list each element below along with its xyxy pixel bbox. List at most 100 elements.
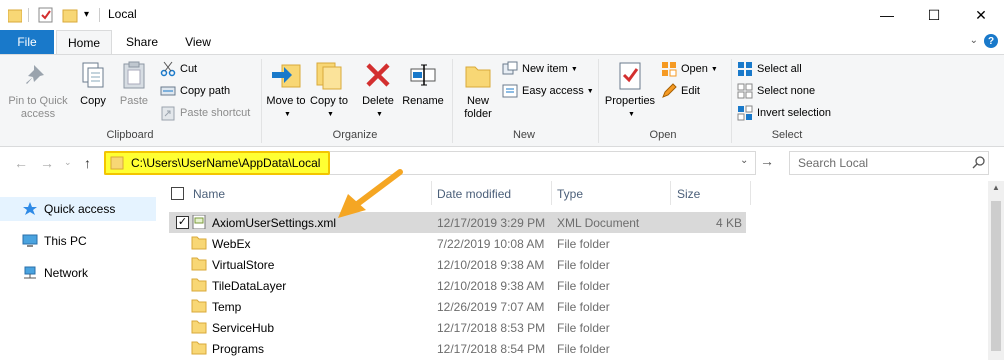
file-row[interactable]: ✓ AxiomUserSettings.xml 12/17/2019 3:29 … bbox=[169, 212, 746, 233]
new-folder-button[interactable]: New folder bbox=[456, 59, 500, 121]
open-button[interactable]: Open ▼ bbox=[661, 59, 718, 79]
invert-selection-button[interactable]: Invert selection bbox=[737, 103, 831, 123]
copy-button[interactable]: Copy bbox=[74, 59, 112, 108]
file-size: 4 KB bbox=[715, 216, 742, 230]
file-row[interactable]: ServiceHub 12/17/2018 8:53 PM File folde… bbox=[169, 317, 746, 338]
column-header-date-modified[interactable]: Date modified bbox=[437, 184, 511, 204]
pin-icon bbox=[26, 65, 44, 84]
xml-file-icon bbox=[192, 215, 206, 229]
easy-access-button[interactable]: Easy access ▼ bbox=[502, 81, 594, 101]
folder-icon bbox=[110, 156, 124, 170]
address-path[interactable]: C:\Users\UserName\AppData\Local bbox=[131, 156, 320, 170]
column-divider[interactable] bbox=[551, 181, 552, 205]
delete-button[interactable]: Delete ▼ bbox=[358, 59, 398, 121]
file-name: VirtualStore bbox=[212, 258, 275, 272]
column-header-name[interactable]: Name bbox=[193, 184, 225, 204]
navigation-pane: Quick access This PC Network bbox=[0, 181, 160, 360]
row-checkbox[interactable]: ✓ bbox=[176, 216, 189, 229]
move-to-button[interactable]: Move to ▼ bbox=[266, 59, 306, 121]
paste-shortcut-button[interactable]: Paste shortcut bbox=[160, 103, 250, 123]
select-none-button[interactable]: Select none bbox=[737, 81, 815, 101]
clipboard-group-label: Clipboard bbox=[106, 129, 154, 141]
search-placeholder: Search Local bbox=[798, 156, 869, 170]
file-row[interactable]: Temp 12/26/2019 7:07 AM File folder bbox=[169, 296, 746, 317]
new-item-button[interactable]: New item ▼ bbox=[502, 59, 578, 79]
file-type: File folder bbox=[557, 321, 610, 335]
properties-icon bbox=[619, 62, 641, 90]
star-icon bbox=[23, 202, 37, 215]
group-divider bbox=[452, 59, 453, 143]
forward-arrow-icon[interactable]: → bbox=[40, 155, 54, 171]
file-row[interactable]: VirtualStore 12/10/2018 9:38 AM File fol… bbox=[169, 254, 746, 275]
properties-icon[interactable] bbox=[38, 6, 54, 24]
group-divider bbox=[598, 59, 599, 143]
new-item-label: New item bbox=[522, 63, 568, 75]
up-arrow-icon[interactable]: ↑ bbox=[84, 155, 91, 171]
scroll-up-arrow-icon[interactable]: ▲ bbox=[992, 183, 1000, 192]
help-icon[interactable]: ? bbox=[984, 34, 998, 48]
file-row[interactable]: Programs 12/17/2018 8:54 PM File folder bbox=[169, 338, 746, 359]
nav-label: Network bbox=[44, 266, 89, 280]
nav-label: Quick access bbox=[44, 202, 116, 216]
scissors-icon bbox=[160, 61, 176, 77]
customize-quick-access-dropdown[interactable]: ▾ bbox=[84, 9, 89, 20]
cut-button[interactable]: Cut bbox=[160, 59, 197, 79]
dropdown-arrow-icon: ▼ bbox=[710, 65, 718, 73]
back-arrow-icon[interactable]: ← bbox=[14, 155, 28, 171]
nav-item-network[interactable]: Network bbox=[0, 261, 156, 285]
column-header-size[interactable]: Size bbox=[677, 184, 700, 204]
select-all-icon bbox=[738, 62, 752, 76]
column-divider[interactable] bbox=[670, 181, 671, 205]
file-name: AxiomUserSettings.xml bbox=[212, 216, 337, 230]
copy-to-label: Copy to bbox=[310, 95, 348, 107]
folder-icon bbox=[191, 278, 207, 292]
column-header-type[interactable]: Type bbox=[557, 184, 583, 204]
folder-icon[interactable] bbox=[8, 6, 22, 24]
recent-locations-chevron-icon[interactable]: ⌄ bbox=[64, 157, 72, 168]
select-all-checkbox[interactable] bbox=[171, 187, 184, 200]
select-all-button[interactable]: Select all bbox=[737, 59, 802, 79]
edit-button[interactable]: Edit bbox=[661, 81, 700, 101]
file-row[interactable]: TileDataLayer 12/10/2018 9:38 AM File fo… bbox=[169, 275, 746, 296]
search-icon[interactable] bbox=[972, 155, 986, 169]
select-all-label: Select all bbox=[757, 63, 802, 75]
copy-to-button[interactable]: Copy to ▼ bbox=[310, 59, 348, 121]
open-icon bbox=[662, 62, 677, 77]
delete-label: Delete bbox=[362, 95, 394, 107]
minimize-button[interactable]: — bbox=[864, 0, 910, 30]
column-divider[interactable] bbox=[750, 181, 751, 205]
copy-path-button[interactable]: Copy path bbox=[160, 81, 230, 101]
nav-item-this-pc[interactable]: This PC bbox=[0, 229, 156, 253]
dropdown-arrow-icon: ▼ bbox=[284, 111, 291, 118]
column-divider[interactable] bbox=[431, 181, 432, 205]
select-none-label: Select none bbox=[757, 85, 816, 97]
nav-item-quick-access[interactable]: Quick access bbox=[0, 197, 156, 221]
tab-file[interactable]: File bbox=[0, 30, 54, 54]
vertical-scrollbar[interactable]: ▲ bbox=[988, 181, 1004, 360]
divider bbox=[99, 8, 100, 22]
tab-view[interactable]: View bbox=[172, 30, 224, 54]
properties-button[interactable]: Properties ▼ bbox=[602, 59, 658, 121]
rename-button[interactable]: Rename bbox=[401, 59, 445, 108]
paste-label: Paste bbox=[119, 95, 149, 107]
open-label: Open bbox=[681, 63, 708, 75]
pin-to-quick-access-button[interactable]: Pin to Quick access bbox=[4, 59, 72, 121]
file-row[interactable]: WebEx 7/22/2019 10:08 AM File folder bbox=[169, 233, 746, 254]
expand-ribbon-icon[interactable]: ⌄ bbox=[970, 35, 978, 46]
group-divider bbox=[731, 59, 732, 143]
tab-home[interactable]: Home bbox=[56, 30, 112, 55]
tab-share[interactable]: Share bbox=[116, 30, 168, 54]
dropdown-arrow-icon: ▼ bbox=[628, 111, 635, 118]
refresh-arrow-icon[interactable]: → bbox=[760, 153, 774, 169]
folder-icon bbox=[191, 299, 207, 313]
new-folder-icon[interactable] bbox=[62, 6, 78, 24]
file-name: Programs bbox=[212, 342, 265, 356]
close-button[interactable]: ✕ bbox=[958, 0, 1004, 30]
maximize-button[interactable]: ☐ bbox=[911, 0, 957, 30]
folder-icon bbox=[191, 257, 207, 271]
paste-button[interactable]: Paste bbox=[114, 59, 154, 108]
scrollbar-thumb[interactable] bbox=[991, 201, 1001, 351]
open-group-label: Open bbox=[649, 129, 677, 141]
pin-label: Pin to Quick access bbox=[8, 95, 68, 120]
address-dropdown-chevron-icon[interactable]: ⌄ bbox=[740, 155, 748, 166]
